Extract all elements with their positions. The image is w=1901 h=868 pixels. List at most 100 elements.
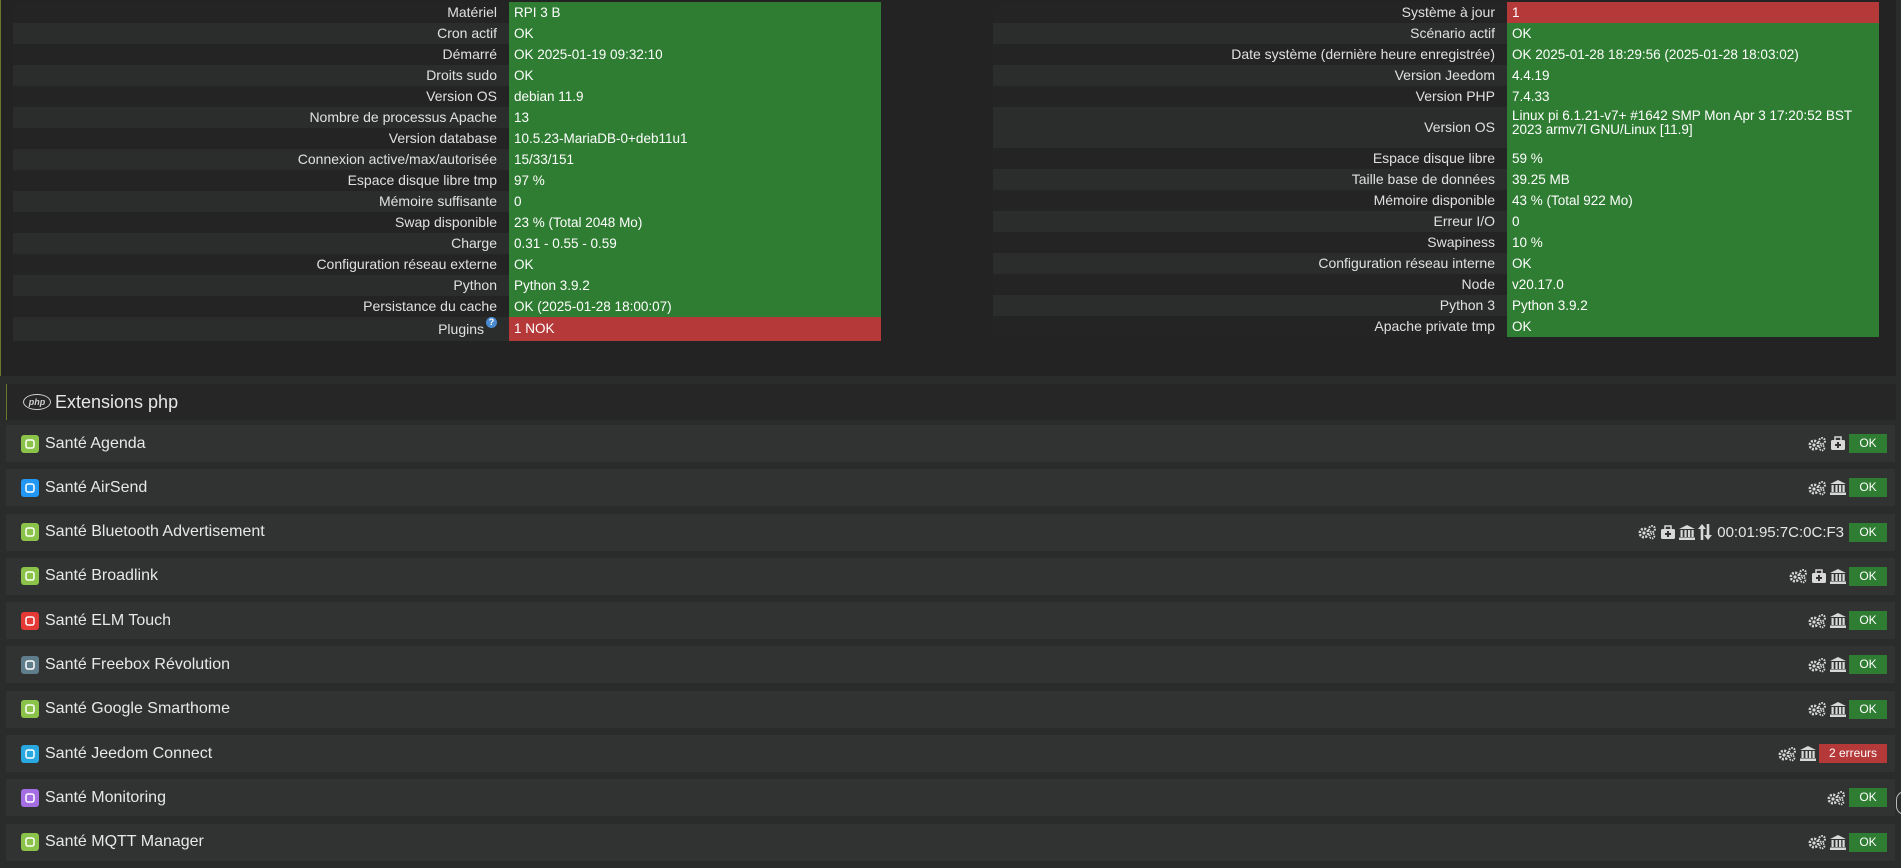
health-value: 10.5.23-MariaDB-0+deb11u1 [509, 128, 881, 149]
plugin-status-badge: OK [1849, 434, 1887, 453]
plugin-name[interactable]: Santé Broadlink [45, 567, 158, 585]
scroll-handle[interactable] [1896, 791, 1901, 815]
plugin-logo-icon [21, 655, 39, 674]
bank-icon [1799, 746, 1816, 762]
plugin-row-mqtt-manager[interactable]: Santé MQTT Manager OK [6, 823, 1895, 861]
health-value: OK (2025-01-28 18:00:07) [509, 296, 881, 317]
health-row-version-php: Version PHP 7.4.33 [993, 86, 1879, 107]
health-label: Cron actif [13, 23, 509, 44]
plugin-name[interactable]: Santé Jeedom Connect [45, 745, 212, 763]
plugin-row-broadlink[interactable]: Santé Broadlink OK [6, 557, 1895, 595]
plugin-status-badge: OK [1849, 522, 1887, 542]
plugin-name[interactable]: Santé MQTT Manager [45, 833, 204, 851]
health-label: Version OS [13, 86, 509, 107]
health-label: Python [13, 275, 509, 296]
health-row-node: Node v20.17.0 [993, 274, 1879, 295]
plugin-logo-icon [21, 611, 39, 630]
plugin-row-freebox-revolution[interactable]: Santé Freebox Révolution OK [6, 646, 1895, 684]
health-column-right: Système à jour 1 Scénario actif OK Date syst… [993, 2, 1879, 337]
plugin-logo-icon [21, 744, 39, 763]
health-row-plugins: Plugins? 1 NOK [13, 317, 881, 341]
health-value: OK 2025-01-28 18:29:56 (2025-01-28 18:03… [1507, 44, 1879, 65]
health-row-date-systeme-derniere-heure-enregistree: Date système (dernière heure enregistrée… [993, 44, 1879, 65]
plugin-row-bluetooth-advertisement[interactable]: Santé Bluetooth Advertisement 00:01:95:7C… [6, 513, 1895, 551]
health-label: Droits sudo [13, 65, 509, 86]
health-row-erreur-i-o: Erreur I/O 0 [993, 211, 1879, 232]
cogs-icon [1807, 657, 1827, 673]
cogs-icon [1637, 524, 1657, 540]
plugin-row-google-smarthome[interactable]: Santé Google Smarthome OK [6, 690, 1895, 728]
health-label: Swap disponible [13, 212, 509, 233]
health-row-version-database: Version database 10.5.23-MariaDB-0+deb11u… [13, 128, 881, 149]
health-row-version-os: Version OS Linux pi 6.1.21-v7+ #1642 SMP … [993, 107, 1879, 148]
bank-icon [1830, 834, 1846, 850]
health-label: Persistance du cache [13, 296, 509, 317]
plugin-name[interactable]: Santé Google Smarthome [45, 700, 230, 718]
plugin-row-jeedom-connect[interactable]: Santé Jeedom Connect 2 erreurs [6, 735, 1895, 773]
health-value: OK [1507, 316, 1879, 337]
health-label: Plugins? [13, 317, 509, 341]
health-value: 7.4.33 [1507, 86, 1879, 107]
plugin-logo-icon [21, 567, 39, 586]
php-icon: php [23, 394, 51, 410]
health-label: Espace disque libre tmp [13, 170, 509, 191]
plugin-status-badge: 2 erreurs [1818, 744, 1887, 764]
health-label: Connexion active/max/autorisée [13, 149, 509, 170]
health-row-droits-sudo: Droits sudo OK [13, 65, 881, 86]
plugin-status-group: OK [1807, 824, 1887, 861]
plugin-name[interactable]: Santé Bluetooth Advertisement [45, 523, 265, 541]
health-value: OK [1507, 253, 1879, 274]
health-value: 4.4.19 [1507, 65, 1879, 86]
health-label: Apache private tmp [993, 316, 1507, 337]
health-value: 39.25 MB [1507, 169, 1879, 190]
plugin-name[interactable]: Santé Freebox Révolution [45, 656, 230, 674]
medkit-icon [1830, 436, 1846, 451]
health-value: 43 % (Total 922 Mo) [1507, 190, 1879, 211]
health-label: Taille base de données [993, 169, 1507, 190]
plugin-logo-icon [21, 478, 39, 497]
health-value: OK [509, 254, 881, 275]
plugin-row-agenda[interactable]: Santé Agenda OK [6, 425, 1895, 462]
plugin-health-list: Santé Agenda OK Santé AirSend OK Santé Bluet… [6, 425, 1895, 868]
plugin-name[interactable]: Santé Agenda [45, 435, 146, 453]
medkit-icon [1660, 524, 1676, 540]
health-value: 23 % (Total 2048 Mo) [509, 212, 881, 233]
health-label: Mémoire suffisante [13, 191, 509, 212]
health-value: debian 11.9 [509, 86, 881, 107]
health-label: Démarré [13, 44, 509, 65]
health-value: Linux pi 6.1.21-v7+ #1642 SMP Mon Apr 3 … [1507, 107, 1879, 148]
health-row-swapiness: Swapiness 10 % [993, 232, 1879, 253]
bank-icon [1679, 524, 1696, 540]
plugin-status-group: OK [1807, 691, 1887, 728]
health-row-memoire-disponible: Mémoire disponible 43 % (Total 922 Mo) [993, 190, 1879, 211]
health-row-memoire-suffisante: Mémoire suffisante 0 [13, 191, 881, 212]
plugin-name[interactable]: Santé Monitoring [45, 789, 166, 807]
health-label: Python 3 [993, 295, 1507, 316]
plugin-row-airsend[interactable]: Santé AirSend OK [6, 469, 1895, 507]
plugin-row-monitoring[interactable]: Santé Monitoring OK [6, 779, 1895, 817]
plugin-logo-icon [21, 833, 39, 852]
cogs-icon [1807, 480, 1827, 496]
health-row-configuration-reseau-externe: Configuration réseau externe OK [13, 254, 881, 275]
health-row-systeme-a-jour: Système à jour 1 [993, 2, 1879, 23]
health-column-left: Matériel RPI 3 B Cron actif OK Démarré OK 202… [13, 2, 881, 341]
health-label: Erreur I/O [993, 211, 1507, 232]
health-value: 0 [1507, 211, 1879, 232]
plugin-name[interactable]: Santé AirSend [45, 479, 147, 497]
cogs-icon [1777, 746, 1797, 762]
plugin-row-elm-touch[interactable]: Santé ELM Touch OK [6, 602, 1895, 640]
plugin-name[interactable]: Santé ELM Touch [45, 612, 171, 630]
plugin-status-badge: OK [1849, 478, 1887, 498]
health-label: Espace disque libre [993, 148, 1507, 169]
question-circle-icon[interactable]: ? [486, 317, 497, 328]
health-row-charge: Charge 0.31 - 0.55 - 0.59 [13, 233, 881, 254]
health-row-espace-disque-libre-tmp: Espace disque libre tmp 97 % [13, 170, 881, 191]
health-row-version-jeedom: Version Jeedom 4.4.19 [993, 65, 1879, 86]
bank-icon [1830, 480, 1846, 496]
cogs-icon [1807, 436, 1827, 452]
cogs-icon [1826, 790, 1846, 806]
plugin-logo-icon [21, 700, 39, 719]
plugin-status-badge: OK [1849, 699, 1887, 719]
health-row-version-os: Version OS debian 11.9 [13, 86, 881, 107]
health-value: OK [509, 23, 881, 44]
